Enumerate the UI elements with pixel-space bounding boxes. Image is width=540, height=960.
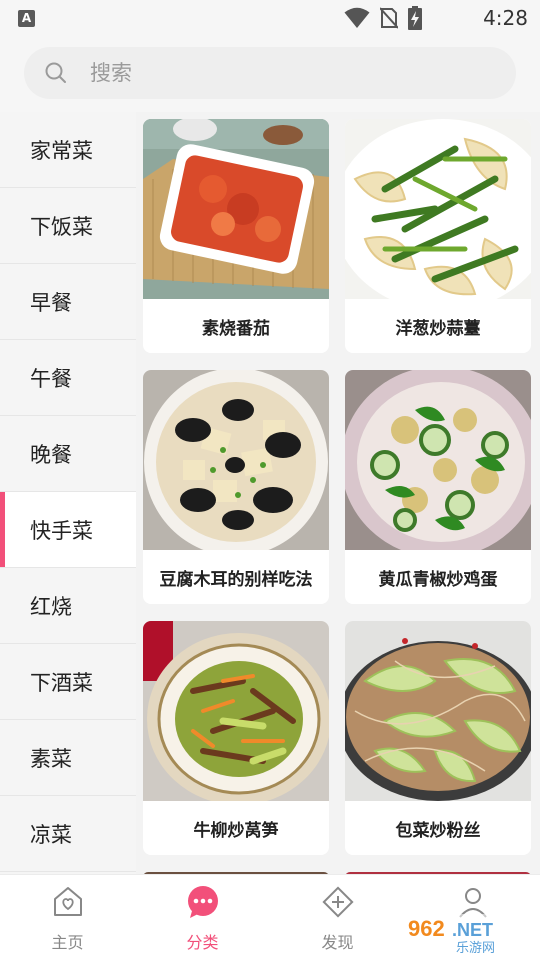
svg-text:.NET: .NET	[452, 920, 493, 940]
recipe-title: 豆腐木耳的别样吃法	[159, 569, 313, 590]
compass-plus-icon	[321, 886, 354, 918]
sidebar-item-label: 晚餐	[30, 442, 72, 467]
nav-label: 分类	[186, 933, 219, 952]
sidebar-item-sucai[interactable]: 素菜	[0, 720, 136, 796]
search-placeholder: 搜索	[90, 61, 132, 85]
sidebar-item-label: 快手菜	[30, 518, 93, 543]
sidebar-item-label: 素菜	[30, 746, 72, 771]
category-sidebar: 家常菜 下饭菜 早餐 午餐 晚餐 快手菜 红烧 下酒菜 素菜 凉菜	[0, 112, 136, 874]
sidebar-item-label: 午餐	[30, 366, 72, 391]
nav-label: 发现	[321, 933, 354, 952]
nav-label: 主页	[51, 933, 84, 952]
sidebar-item-label: 红烧	[30, 594, 72, 619]
wifi-icon	[344, 7, 370, 28]
notification-icon: A	[18, 10, 35, 27]
sidebar-item-liangcai[interactable]: 凉菜	[0, 796, 136, 872]
status-time: 4:28	[483, 6, 528, 30]
battery-charging-icon	[408, 6, 422, 30]
recipe-image	[143, 621, 329, 801]
sidebar-item-label: 家常菜	[30, 138, 93, 163]
home-heart-icon	[53, 887, 82, 916]
sidebar-item-zaocan[interactable]: 早餐	[0, 264, 136, 340]
recipe-card[interactable]: 黄瓜青椒炒鸡蛋	[345, 370, 531, 604]
recipe-grid: 素烧番茄 洋葱炒蒜薹 豆腐木耳的别样吃法 黄瓜青椒炒鸡蛋 牛柳炒莴笋 包菜炒粉丝	[136, 112, 540, 874]
recipe-card[interactable]: 牛柳炒莴笋	[143, 621, 329, 855]
recipe-title: 素烧番茄	[202, 318, 270, 339]
recipe-card[interactable]: 包菜炒粉丝	[345, 621, 531, 855]
sidebar-item-label: 下酒菜	[30, 670, 93, 695]
recipe-image	[345, 119, 531, 299]
sidebar-item-xiajiucai[interactable]: 下酒菜	[0, 644, 136, 720]
recipe-card[interactable]: 洋葱炒蒜薹	[345, 119, 531, 353]
site-watermark: 962 .NET 乐游网	[402, 914, 536, 956]
sidebar-item-hongshao[interactable]: 红烧	[0, 568, 136, 644]
sidebar-item-wucan[interactable]: 午餐	[0, 340, 136, 416]
recipe-card[interactable]: 豆腐木耳的别样吃法	[143, 370, 329, 604]
sidebar-item-label: 早餐	[30, 290, 72, 315]
no-sim-icon	[380, 7, 398, 29]
sidebar-item-label: 凉菜	[30, 822, 72, 847]
nav-discover[interactable]: 发现	[270, 875, 405, 960]
recipe-card[interactable]: 素烧番茄	[143, 119, 329, 353]
chat-dots-icon	[187, 886, 218, 918]
nav-category[interactable]: 分类	[135, 875, 270, 960]
recipe-title: 牛柳炒莴笋	[193, 820, 279, 841]
sidebar-item-wancan[interactable]: 晚餐	[0, 416, 136, 492]
recipe-image	[345, 370, 531, 550]
sidebar-item-kuaishoucai[interactable]: 快手菜	[0, 492, 136, 568]
search-icon	[45, 62, 66, 83]
sidebar-item-label: 下饭菜	[30, 214, 93, 239]
recipe-image	[143, 119, 329, 299]
nav-home[interactable]: 主页	[0, 875, 135, 960]
recipe-image	[345, 621, 531, 801]
status-icons	[344, 6, 422, 30]
status-bar: A 4:28	[0, 0, 540, 36]
recipe-title: 洋葱炒蒜薹	[395, 318, 481, 339]
search-bar-container: 搜索	[0, 36, 540, 112]
svg-text:962: 962	[408, 916, 445, 941]
svg-text:乐游网: 乐游网	[456, 941, 495, 956]
sidebar-item-jiachangcai[interactable]: 家常菜	[0, 112, 136, 188]
search-input[interactable]: 搜索	[24, 47, 516, 99]
recipe-title: 包菜炒粉丝	[395, 820, 481, 841]
recipe-image	[143, 370, 329, 550]
recipe-title: 黄瓜青椒炒鸡蛋	[378, 569, 498, 590]
sidebar-item-xiafancai[interactable]: 下饭菜	[0, 188, 136, 264]
